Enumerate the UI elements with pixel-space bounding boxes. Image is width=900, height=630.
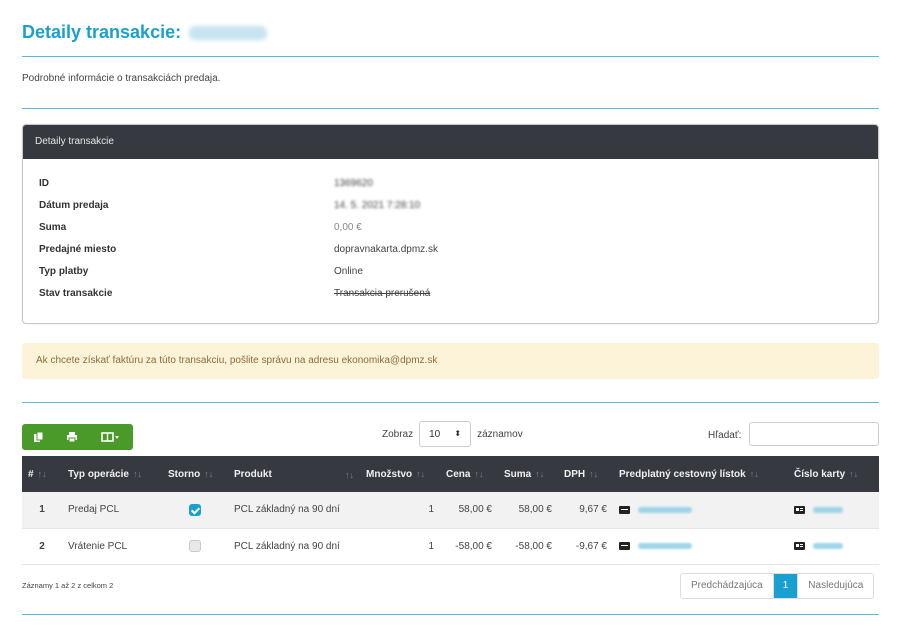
ticket-link[interactable] <box>638 506 692 513</box>
cell-vat: -9,67 € <box>575 540 607 552</box>
bottom-divider <box>22 614 879 615</box>
cell-type: Predaj PCL <box>62 492 162 528</box>
transaction-id-redacted <box>189 25 268 40</box>
print-button[interactable] <box>55 424 88 450</box>
status-value: Transakcia prerušená <box>334 288 431 299</box>
caret-down-icon <box>114 436 119 439</box>
card-icon <box>794 505 805 514</box>
page-length-control: Zobraz 10 ⬍ záznamov <box>382 421 523 447</box>
column-header-vat[interactable]: DPH ↑↓ <box>558 456 613 492</box>
sort-icon: ↑↓ <box>474 468 484 479</box>
subtitle-divider <box>22 108 879 109</box>
cell-price: -58,00 € <box>455 540 492 552</box>
detail-value: 14. 5. 2021 7:28:10 <box>334 200 421 211</box>
sort-icon: ↑↓ <box>535 468 545 479</box>
cell-ticket <box>613 492 788 528</box>
operations-table: # ↑↓ Typ operácie ↑↓ Storno ↑↓ Produkt ↑↓ Mn… <box>22 456 879 565</box>
detail-label: Stav transakcie <box>39 288 113 299</box>
card-link[interactable] <box>813 542 843 549</box>
page-title: Detaily transakcie: <box>22 22 268 43</box>
page-subtitle: Podrobné informácie o transakciách preda… <box>22 73 221 84</box>
column-header-product[interactable]: Produkt ↑↓ <box>228 456 360 492</box>
table-top-divider <box>22 402 879 403</box>
print-icon <box>66 432 77 443</box>
detail-label: Suma <box>39 222 67 233</box>
sort-icon: ↑↓ <box>849 468 859 479</box>
column-header-number[interactable]: # ↑↓ <box>22 456 62 492</box>
cell-vat: 9,67 € <box>558 492 613 528</box>
table-header-row: # ↑↓ Typ operácie ↑↓ Storno ↑↓ Produkt ↑↓ Mn… <box>22 456 879 492</box>
page-length-select[interactable]: 10 ⬍ <box>419 421 472 447</box>
search-input[interactable] <box>749 422 879 446</box>
table-row: 1 Predaj PCL PCL základný na 90 dní 1 58… <box>22 492 879 528</box>
card-icon <box>794 541 805 550</box>
sort-icon: ↑↓ <box>345 469 354 480</box>
length-suffix: záznamov <box>477 428 523 440</box>
select-arrows-icon: ⬍ <box>454 429 462 438</box>
sort-icon: ↑↓ <box>37 468 47 479</box>
sort-icon: ↑↓ <box>589 468 599 479</box>
cell-card <box>788 528 879 564</box>
column-header-storno[interactable]: Storno ↑↓ <box>162 456 228 492</box>
detail-value: 1369620 <box>334 178 373 189</box>
column-header-sum[interactable]: Suma ↑↓ <box>498 456 558 492</box>
transaction-detail-page: Detaily transakcie: Podrobné informácie … <box>0 0 900 630</box>
column-header-card[interactable]: Číslo karty ↑↓ <box>788 456 879 492</box>
cell-ticket <box>613 528 788 564</box>
storno-checkbox-unchecked[interactable] <box>189 540 201 552</box>
cell-storno <box>162 528 228 564</box>
cell-product: PCL základný na 90 dní <box>234 540 340 552</box>
column-visibility-button[interactable] <box>88 424 133 450</box>
cell-price: 58,00 € <box>440 492 498 528</box>
table-info: Záznamy 1 až 2 z celkom 2 <box>22 581 114 590</box>
cell-number: 1 <box>22 492 62 528</box>
columns-icon <box>100 432 119 442</box>
sort-icon: ↑↓ <box>204 468 214 479</box>
column-header-price[interactable]: Cena ↑↓ <box>440 456 498 492</box>
column-header-ticket[interactable]: Predplatný cestovný lístok ↑↓ <box>613 456 788 492</box>
panel-title: Detaily transakcie <box>23 125 878 159</box>
cell-storno <box>162 492 228 528</box>
length-prefix: Zobraz <box>382 428 414 440</box>
transaction-details-panel: Detaily transakcie ID 1369620 Dátum pred… <box>22 124 879 324</box>
copy-button[interactable] <box>22 424 55 450</box>
column-header-quantity[interactable]: Množstvo ↑↓ <box>360 456 440 492</box>
cell-product: PCL základný na 90 dní <box>228 492 360 528</box>
page-title-text: Detaily transakcie: <box>22 22 182 42</box>
pagination: Predchádzajúca 1 Nasledujúca <box>680 573 875 599</box>
cell-number: 2 <box>39 540 45 552</box>
cell-type: Vrátenie PCL <box>68 540 128 552</box>
cell-sum: 58,00 € <box>498 492 558 528</box>
table-row: 2 Vrátenie PCL PCL základný na 90 dní 1 … <box>22 528 879 564</box>
ticket-icon <box>619 541 630 550</box>
card-link[interactable] <box>813 506 843 513</box>
invoice-alert: Ak chcete získať faktúru za túto transak… <box>22 343 879 379</box>
cell-quantity: 1 <box>428 540 434 552</box>
detail-value: dopravnakarta.dpmz.sk <box>334 244 438 255</box>
page-length-value: 10 <box>429 428 441 440</box>
cell-sum: -58,00 € <box>515 540 552 552</box>
cell-quantity: 1 <box>360 492 440 528</box>
title-divider <box>22 56 879 57</box>
sort-icon: ↑↓ <box>132 468 142 479</box>
copy-icon <box>33 431 43 442</box>
export-button-group <box>22 424 133 450</box>
column-header-type[interactable]: Typ operácie ↑↓ <box>62 456 162 492</box>
ticket-icon <box>619 505 630 514</box>
sort-icon: ↑↓ <box>416 468 426 479</box>
detail-label: Typ platby <box>39 266 89 277</box>
detail-label: Dátum predaja <box>39 200 109 211</box>
pagination-previous[interactable]: Predchádzajúca <box>681 574 774 598</box>
cell-card <box>788 492 879 528</box>
detail-value: Online <box>334 266 363 277</box>
pagination-page-1[interactable]: 1 <box>773 574 799 598</box>
detail-label: ID <box>39 178 49 189</box>
pagination-next[interactable]: Nasledujúca <box>798 574 874 598</box>
sort-icon: ↑↓ <box>749 468 759 479</box>
detail-label: Predajné miesto <box>39 244 117 255</box>
storno-checkbox-checked[interactable] <box>189 503 201 516</box>
detail-value: 0,00 € <box>334 222 362 233</box>
search-label: Hľadať: <box>708 430 742 441</box>
ticket-link[interactable] <box>638 542 692 549</box>
